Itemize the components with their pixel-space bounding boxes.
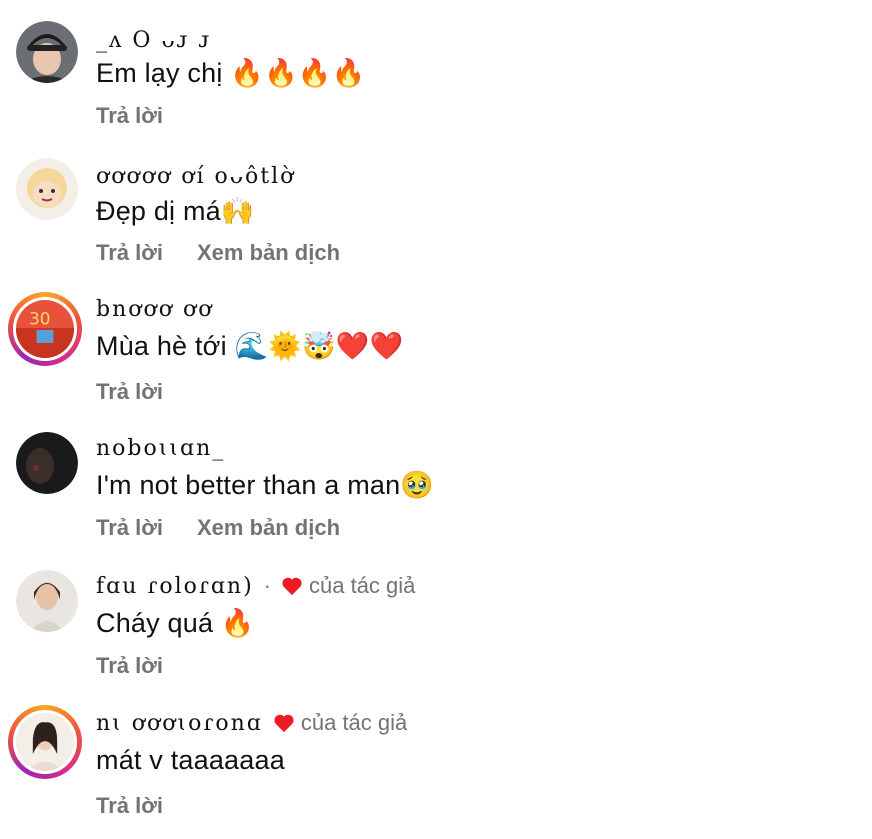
author-liked-label: của tác giả bbox=[300, 710, 408, 735]
avatar-with-story-ring[interactable] bbox=[8, 705, 82, 779]
heart-icon bbox=[274, 714, 294, 733]
reply-button[interactable]: Trả lời bbox=[96, 379, 163, 405]
avatar-photo bbox=[16, 713, 74, 771]
comment-username[interactable]: fɑu ɾoloɾɑn) bbox=[96, 574, 254, 599]
avatar-photo: 30 bbox=[16, 300, 74, 358]
avatar-photo bbox=[16, 21, 78, 83]
avatar[interactable] bbox=[16, 432, 78, 494]
author-liked-badge: của tác giả bbox=[281, 573, 415, 599]
comment-text: Mùa hè tới 🌊🌞🤯❤️❤️ bbox=[96, 331, 404, 361]
author-liked-badge: của tác giả bbox=[273, 710, 407, 736]
reply-button[interactable]: Trả lời bbox=[96, 515, 163, 541]
comment-list: _ᴧ O ᴗᴊ ᴊ Em lạy chị 🔥🔥🔥🔥 Trả lời ơơơơơ … bbox=[0, 0, 872, 839]
comment-username[interactable]: _ᴧ O ᴗᴊ ᴊ bbox=[96, 28, 212, 53]
avatar[interactable] bbox=[16, 570, 78, 632]
comment-text: mát v taaaaaaa bbox=[96, 745, 285, 775]
separator-dot: · bbox=[263, 573, 271, 598]
comment-text: I'm not better than a man🥹 bbox=[96, 470, 435, 500]
avatar[interactable] bbox=[16, 21, 78, 83]
reply-button[interactable]: Trả lời bbox=[96, 793, 163, 819]
comment-username[interactable]: noboɩɩɑn_ bbox=[96, 436, 225, 461]
comment-text: Đẹp dị má🙌 bbox=[96, 196, 255, 226]
comment-username[interactable]: bnơơơ ơơ bbox=[96, 297, 213, 322]
heart-icon bbox=[282, 577, 302, 596]
avatar[interactable] bbox=[16, 158, 78, 220]
comment-username[interactable]: ơơơơơ ơí oᴗôtlờ bbox=[96, 164, 295, 189]
svg-text:30: 30 bbox=[29, 308, 50, 328]
avatar-photo bbox=[16, 158, 78, 220]
avatar-photo bbox=[16, 570, 78, 632]
comment-username[interactable]: nɩ ơơơɩoɾonɑ bbox=[96, 711, 263, 736]
see-translation-button[interactable]: Xem bản dịch bbox=[197, 515, 340, 541]
avatar-with-story-ring[interactable]: 30 bbox=[8, 292, 82, 366]
reply-button[interactable]: Trả lời bbox=[96, 103, 163, 129]
comment-text: Em lạy chị 🔥🔥🔥🔥 bbox=[96, 58, 366, 88]
see-translation-button[interactable]: Xem bản dịch bbox=[197, 240, 340, 266]
author-liked-label: của tác giả bbox=[309, 573, 416, 598]
reply-button[interactable]: Trả lời bbox=[96, 653, 163, 679]
reply-button[interactable]: Trả lời bbox=[96, 240, 163, 266]
avatar-photo bbox=[16, 432, 78, 494]
comment-text: Cháy quá 🔥 bbox=[96, 608, 255, 638]
